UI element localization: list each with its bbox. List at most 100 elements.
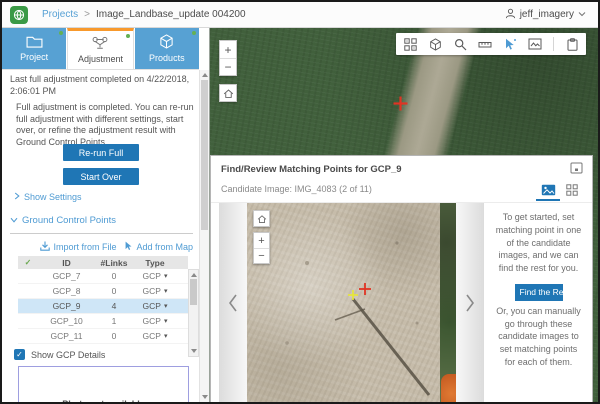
type-dropdown[interactable]: ▾ [164,287,168,295]
adjustment-description: Full adjustment is completed. You can re… [16,102,195,148]
show-settings-link[interactable]: Show Settings [14,192,82,202]
import-from-file-label: Import from File [53,242,116,252]
cube-icon [159,34,174,51]
red-cross-marker [359,283,371,295]
type-dropdown[interactable]: ▾ [164,332,168,340]
checkbox-checked-icon[interactable]: ✓ [14,349,25,360]
photo-zoom-control: + − [253,232,270,264]
toolbar-separator [553,37,554,51]
type-value: GCP [143,331,161,341]
basemap-icon[interactable] [428,37,442,51]
tab-adjustment[interactable]: Adjustment [67,28,133,69]
home-icon[interactable] [220,85,236,101]
column-header-type: Type [133,258,177,268]
chevron-down-icon [578,9,586,20]
panel-tabs: Project Adjustment Products [2,28,199,70]
folder-icon [26,35,43,50]
drone-icon [91,36,109,52]
find-review-matching-panel: Find/Review Matching Points for GCP_9 Ca… [210,155,593,402]
map-home-control [219,84,237,102]
status-dot [59,31,63,35]
match-panel-header: Find/Review Matching Points for GCP_9 Ca… [211,156,592,203]
gcp-marker-red-cross[interactable] [393,96,408,111]
map-canvas[interactable]: + − Find/Review Matching Points for GCP_… [210,28,598,402]
cell-id: GCP_11 [38,331,95,341]
column-header-links: #Links [95,258,133,268]
candidate-image-viewer: + − To get started, set matching point i… [219,203,592,402]
show-gcp-details-checkbox[interactable]: ✓ Show GCP Details [14,349,105,360]
rerun-full-button[interactable]: Re-run Full [63,144,139,161]
table-scrollbar[interactable] [188,269,199,357]
breadcrumb-projects-link[interactable]: Projects [42,9,78,20]
view-toggles [536,178,584,201]
last-adjustment-status: Last full adjustment completed on 4/22/2… [10,74,193,97]
breadcrumb-separator: > [84,9,90,20]
search-icon[interactable] [453,37,467,51]
cell-id: GCP_9 [38,301,95,311]
dock-panel-icon[interactable] [569,161,584,175]
tab-label: Project [20,52,48,62]
grid-view-button[interactable] [560,178,584,201]
scroll-up-icon[interactable] [191,273,197,277]
instruction-start-text: To get started, set matching point in on… [494,211,583,275]
gcp-section-toggle[interactable]: Ground Control Points [10,215,116,226]
start-over-button[interactable]: Start Over [63,168,139,185]
find-the-rest-button[interactable]: Find the Rest [515,284,563,301]
check-icon: ✓ [18,258,38,267]
zoom-out-button[interactable]: − [254,248,269,263]
app-window: Projects > Image_Landbase_update 004200 … [0,0,600,404]
show-gcp-details-label: Show GCP Details [31,350,105,360]
map-zoom-control: + − [219,40,237,76]
clipboard-icon[interactable] [565,37,579,51]
table-row-gcp-9[interactable]: GCP_9 4 GCP▾ [18,299,188,314]
photo-markers-overlay [247,203,456,402]
photo-not-available-label: Photo not available [19,399,188,402]
image-extent-icon[interactable] [528,37,542,51]
zoom-out-button[interactable]: − [220,58,236,75]
breadcrumb: Projects > Image_Landbase_update 004200 [42,9,246,20]
measure-icon[interactable] [478,37,492,51]
gcp-table: ✓ ID #Links Type GCP_7 0 GCP▾ GCP_8 [18,256,188,344]
previous-image-button[interactable] [219,203,247,402]
next-image-button[interactable] [456,203,484,402]
zoom-in-button[interactable]: + [220,41,236,58]
candidate-photo[interactable]: + − [247,203,456,402]
column-header-id: ID [38,258,95,268]
cell-type: GCP▾ [133,286,177,296]
gcp-photo-placeholder: Photo not available [18,366,189,402]
zoom-in-button[interactable]: + [254,233,269,248]
type-dropdown[interactable]: ▾ [164,272,168,280]
scrollbar-thumb[interactable] [190,279,197,305]
status-dot [192,31,196,35]
instruction-manual-text: Or, you can manually go through these ca… [494,305,583,369]
scroll-down-icon[interactable] [202,395,208,399]
table-row-gcp-10[interactable]: GCP_10 1 GCP▾ [18,314,188,329]
top-bar: Projects > Image_Landbase_update 004200 … [2,2,598,28]
type-dropdown[interactable]: ▾ [164,317,168,325]
cell-links: 1 [95,316,133,326]
thumbnails-icon[interactable] [403,37,417,51]
tab-products[interactable]: Products [135,28,199,69]
table-row-gcp-11[interactable]: GCP_11 0 GCP▾ [18,329,188,344]
match-panel-title: Find/Review Matching Points for GCP_9 [221,164,402,175]
scrollbar-thumb[interactable] [201,80,208,230]
import-from-file-link[interactable]: Import from File [40,241,116,253]
table-row-gcp-8[interactable]: GCP_8 0 GCP▾ [18,284,188,299]
scroll-up-icon[interactable] [202,73,208,77]
single-image-view-button[interactable] [536,178,560,201]
tab-project[interactable]: Project [2,28,66,69]
table-row-gcp-7[interactable]: GCP_7 0 GCP▾ [18,269,188,284]
select-point-icon[interactable] [503,37,517,51]
type-value: GCP [143,316,161,326]
panel-scrollbar[interactable] [199,70,209,402]
scroll-down-icon[interactable] [191,349,197,353]
type-dropdown[interactable]: ▾ [164,302,168,310]
home-icon[interactable] [254,211,269,226]
page-title: Image_Landbase_update 004200 [96,9,246,20]
chevron-right-icon [14,192,20,202]
tab-label: Products [149,53,185,63]
user-menu[interactable]: jeff_imagery [505,8,586,22]
add-from-map-link[interactable]: Add from Map [124,241,193,253]
cell-links: 4 [95,301,133,311]
add-from-map-label: Add from Map [136,242,193,252]
